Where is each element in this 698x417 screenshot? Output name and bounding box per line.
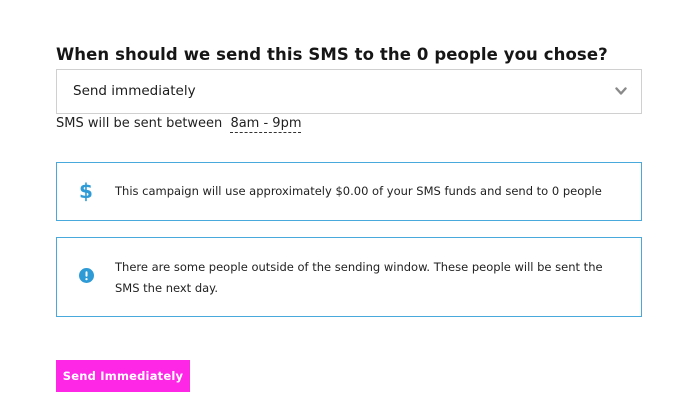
sending-window-label: SMS will be sent between [56, 116, 223, 131]
sms-schedule-page: When should we send this SMS to the 0 pe… [0, 0, 698, 417]
send-timing-select[interactable]: Send immediately [56, 69, 642, 114]
outside-window-notice: There are some people outside of the sen… [56, 237, 642, 317]
info-icon [79, 268, 94, 283]
dollar-icon: $ [79, 179, 93, 203]
send-timing-selected-value: Send immediately [73, 83, 196, 99]
send-immediately-button[interactable]: Send Immediately [56, 360, 190, 392]
chevron-down-icon [615, 87, 627, 95]
sending-window-range-link[interactable]: 8am - 9pm [230, 116, 302, 133]
sending-window-line: SMS will be sent between 8am - 9pm [56, 116, 302, 133]
outside-window-text: There are some people outside of the sen… [115, 260, 603, 295]
cost-estimate-text: This campaign will use approximately $0.… [115, 184, 602, 198]
schedule-question-heading: When should we send this SMS to the 0 pe… [56, 45, 608, 64]
cost-estimate-notice: $ This campaign will use approximately $… [56, 162, 642, 221]
